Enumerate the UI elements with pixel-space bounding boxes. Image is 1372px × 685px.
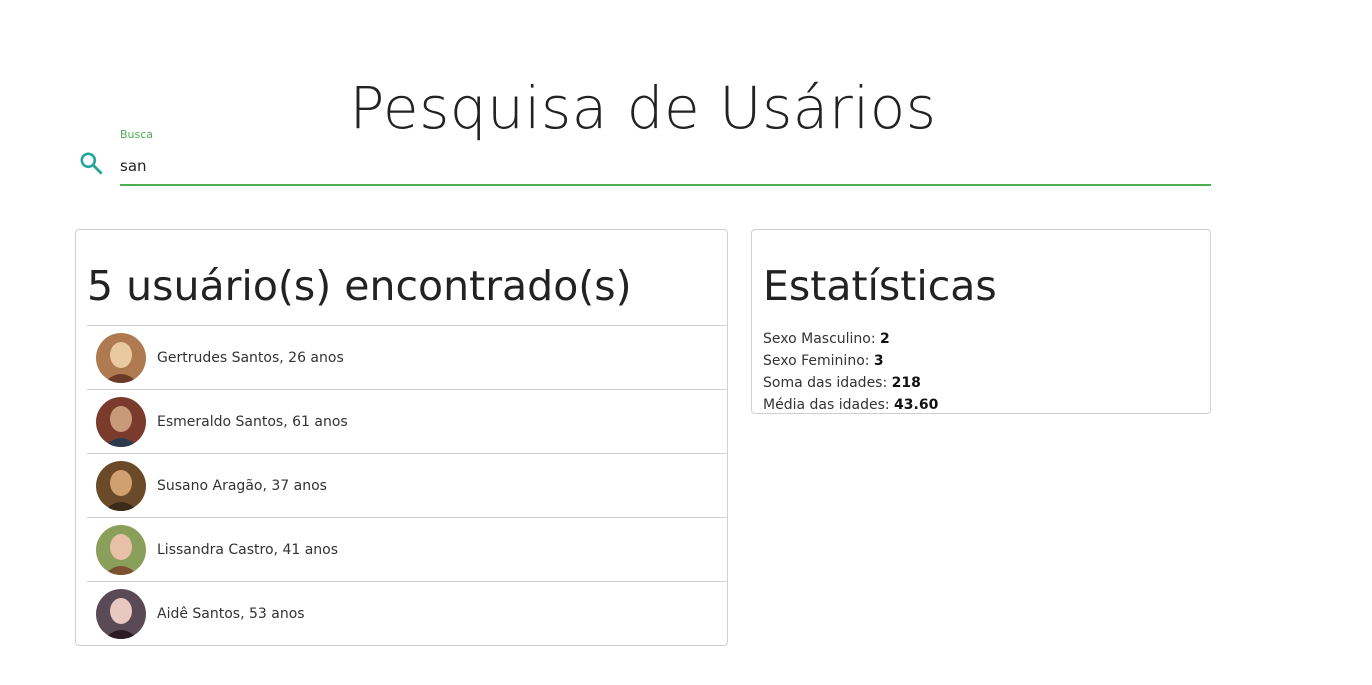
user-name: Aidê Santos, 53 anos [157,605,305,622]
list-item[interactable]: Lissandra Castro, 41 anos [87,517,728,581]
stat-male: Sexo Masculino: 2 [763,331,890,347]
avatar [96,396,146,447]
avatar [96,588,146,639]
stats-card: Estatísticas Sexo Masculino: 2 Sexo Femi… [751,229,1211,414]
stat-male-value: 2 [880,331,890,347]
stats-list: Sexo Masculino: 2 Sexo Feminino: 3 Soma … [763,328,938,416]
avatar [96,460,146,511]
user-name: Esmeraldo Santos, 61 anos [157,413,348,430]
user-name: Susano Aragão, 37 anos [157,477,327,494]
stat-female: Sexo Feminino: 3 [763,353,884,369]
list-item[interactable]: Susano Aragão, 37 anos [87,453,728,517]
user-name: Gertrudes Santos, 26 anos [157,349,344,366]
users-card: 5 usuário(s) encontrado(s) Gertrudes San… [75,229,728,646]
stat-age-avg-value: 43.60 [894,397,939,413]
avatar [96,332,146,383]
stat-age-avg: Média das idades: 43.60 [763,397,939,413]
user-name: Lissandra Castro, 41 anos [157,541,339,558]
list-item[interactable]: Aidê Santos, 53 anos [87,581,728,645]
stats-heading: Estatísticas [763,262,997,310]
search-input[interactable] [120,148,1211,186]
search-icon [78,150,104,176]
stat-female-value: 3 [873,353,884,369]
page: Pesquisa de Usários Busca 5 usuário(s) e… [0,0,1372,685]
search-field: Busca [76,126,1212,188]
user-list: Gertrudes Santos, 26 anos Esmeraldo Sant… [87,325,728,645]
search-label: Busca [120,128,154,141]
stat-age-sum-value: 218 [891,375,921,391]
results-heading: 5 usuário(s) encontrado(s) [87,262,632,310]
avatar [96,524,146,575]
list-item[interactable]: Gertrudes Santos, 26 anos [87,325,728,389]
stat-age-sum: Soma das idades: 218 [763,375,921,391]
list-item[interactable]: Esmeraldo Santos, 61 anos [87,389,728,453]
